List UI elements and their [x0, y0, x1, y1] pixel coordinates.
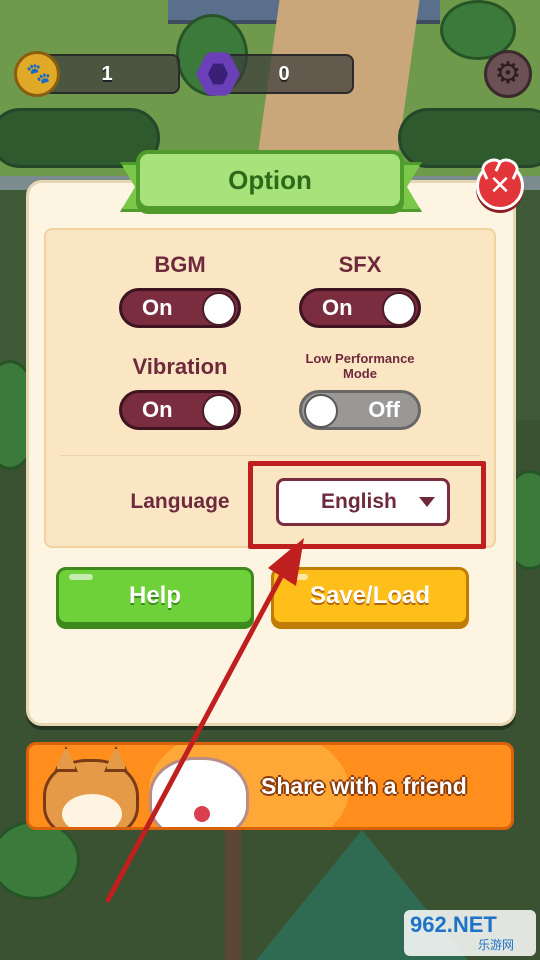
cat-mouth — [194, 806, 210, 822]
sfx-toggle-state: On — [322, 295, 353, 320]
paw-coin-icon — [14, 51, 60, 97]
help-button-label: Help — [128, 582, 181, 609]
button-shine — [284, 574, 308, 580]
save-load-button-label: Save/Load — [309, 582, 431, 609]
dialog-title-banner: Option — [136, 150, 404, 210]
white-cat-illustration — [149, 757, 249, 827]
vibration-label: Vibration — [132, 354, 228, 379]
low-performance-label: Low Performance Mode — [270, 351, 450, 381]
site-watermark-logo: 962.NET 乐游网 — [404, 910, 536, 956]
settings-button[interactable]: ⚙ — [484, 50, 532, 98]
toggle-knob — [304, 394, 338, 428]
house-post — [225, 830, 241, 960]
sfx-toggle[interactable]: On — [299, 288, 421, 328]
low-performance-toggle-state: Off — [368, 397, 400, 422]
toggle-knob — [202, 394, 236, 428]
toggle-knob — [382, 292, 416, 326]
watermark-main-text: 962.NET — [410, 912, 497, 937]
annotation-highlight-box — [248, 461, 486, 549]
share-banner-text: Share with a friend — [261, 773, 467, 799]
close-icon: ✕ — [489, 171, 511, 201]
shiba-dog-illustration — [43, 746, 139, 827]
hedge — [398, 108, 540, 168]
watermark-sub-text: 乐游网 — [478, 938, 515, 952]
help-button[interactable]: Help — [56, 567, 254, 625]
dialog-title: Option — [228, 164, 312, 195]
vibration-toggle[interactable]: On — [119, 390, 241, 430]
language-label: Language — [130, 490, 230, 513]
bgm-toggle[interactable]: On — [119, 288, 241, 328]
dog-face — [62, 794, 122, 827]
button-shine — [69, 574, 93, 580]
toggle-knob — [202, 292, 236, 326]
sfx-label: SFX — [338, 252, 382, 277]
dog-ear — [54, 746, 78, 772]
bgm-toggle-state: On — [142, 295, 173, 320]
share-banner[interactable]: Share with a friend — [26, 742, 514, 830]
vibration-toggle-state: On — [142, 397, 173, 422]
settings-divider — [60, 455, 480, 456]
low-performance-label-line1: Low Performance — [305, 351, 415, 366]
save-load-button[interactable]: Save/Load — [271, 567, 469, 625]
low-performance-label-line2: Mode — [343, 366, 377, 381]
gear-icon: ⚙ — [494, 56, 522, 91]
bgm-label: BGM — [154, 252, 206, 277]
low-performance-toggle[interactable]: Off — [299, 390, 421, 430]
close-button[interactable]: ✕ — [476, 162, 524, 210]
dog-ear — [104, 746, 128, 772]
